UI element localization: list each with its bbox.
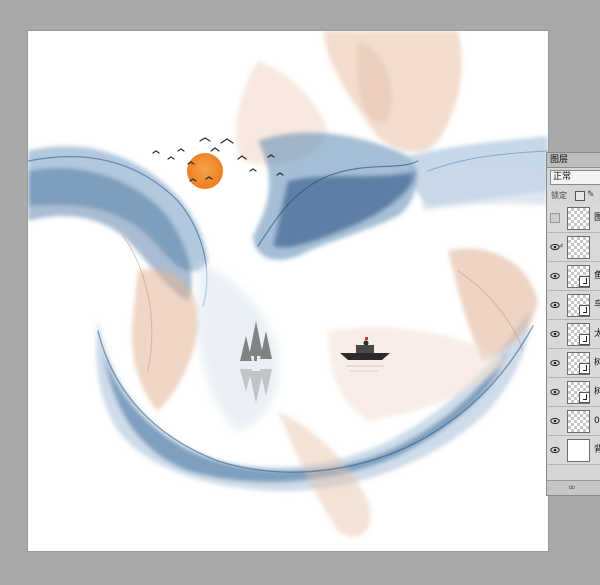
eye-icon[interactable] (550, 329, 560, 339)
eye-icon[interactable] (550, 445, 560, 455)
clip-arrow-icon: ⸗ (560, 241, 563, 251)
lock-row: 锁定 ✎ (549, 188, 600, 204)
layer-name[interactable]: 0 (594, 415, 600, 427)
layer-row[interactable]: 鸟 (548, 291, 600, 320)
layer-thumbnail[interactable] (567, 207, 590, 230)
layer-name[interactable]: 鱼 (594, 270, 600, 282)
layer-row[interactable]: 树 (548, 378, 600, 407)
layer-row[interactable]: 鱼 (548, 262, 600, 291)
layer-name[interactable]: 背 (594, 444, 600, 456)
lock-label: 锁定 (551, 191, 567, 200)
river-band-bottom (96, 248, 538, 537)
layers-panel: 图层 正常 锁定 ✎ 图 ⸗ 鱼鸟太树树 0 背 ∞ (546, 152, 600, 496)
layers-panel-footer: ∞ (547, 480, 600, 495)
eye-icon[interactable] (550, 300, 560, 310)
eye-icon[interactable] (550, 387, 560, 397)
clipping-mask-icon (579, 363, 590, 374)
eye-icon[interactable] (550, 242, 560, 252)
layer-name[interactable]: 太 (594, 328, 600, 340)
layer-row[interactable]: 树 (548, 349, 600, 378)
layer-name[interactable]: 图 (594, 212, 600, 224)
clipping-mask-icon (579, 392, 590, 403)
layer-row[interactable]: ⸗ (548, 233, 600, 262)
clipping-mask-icon (579, 334, 590, 345)
layers-tab[interactable]: 图层 (547, 153, 600, 168)
layer-row[interactable]: 图 (548, 204, 600, 233)
link-icon[interactable]: ∞ (568, 483, 576, 493)
layer-thumbnail[interactable] (567, 410, 590, 433)
layer-name[interactable]: 树 (594, 357, 600, 369)
layer-row[interactable]: 背 (548, 436, 600, 465)
document-canvas[interactable] (28, 31, 548, 551)
layer-row[interactable]: 太 (548, 320, 600, 349)
eye-icon[interactable] (550, 271, 560, 281)
blend-mode-value: 正常 (553, 172, 572, 182)
blend-mode-select[interactable]: 正常 (550, 170, 600, 185)
eye-icon[interactable] (550, 416, 560, 426)
clipping-mask-icon (579, 276, 590, 287)
layer-name[interactable]: 鸟 (594, 299, 600, 311)
lock-image-pixels-icon[interactable]: ✎ (587, 189, 595, 201)
sun (187, 153, 223, 189)
ink-landscape-artwork (28, 31, 548, 537)
clipping-mask-icon (579, 305, 590, 316)
visibility-off-box[interactable] (550, 213, 560, 223)
lock-transparency-checkbox[interactable] (575, 191, 585, 201)
layers-tab-label: 图层 (550, 155, 569, 165)
layer-name[interactable]: 树 (594, 386, 600, 398)
layer-row[interactable]: 0 (548, 407, 600, 436)
eye-icon[interactable] (550, 358, 560, 368)
layer-thumbnail[interactable] (567, 236, 590, 259)
layer-thumbnail[interactable] (567, 439, 590, 462)
